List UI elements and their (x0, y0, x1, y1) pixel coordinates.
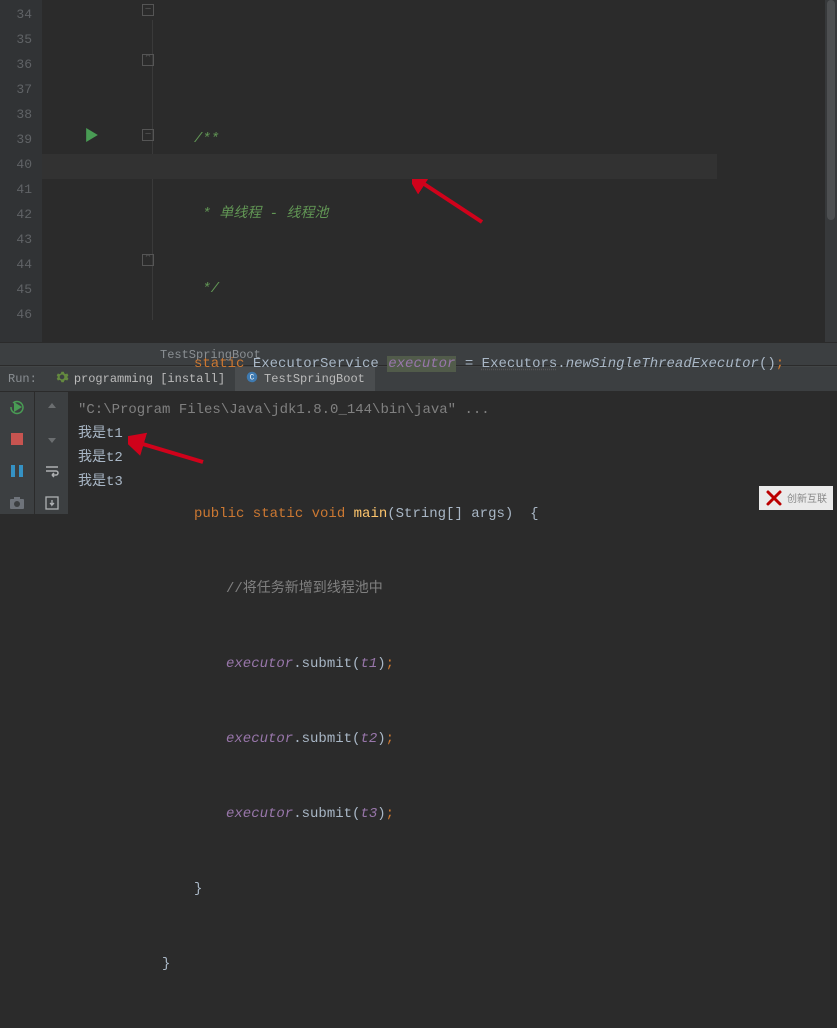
run-gutter-icon[interactable] (86, 128, 98, 146)
code-line: executor.submit(t1); (162, 652, 837, 677)
up-arrow-button[interactable] (41, 396, 63, 418)
code-comment: */ (162, 281, 219, 297)
line-number: 34 (0, 2, 32, 27)
console-command-line: "C:\Program Files\Java\jdk1.8.0_144\bin\… (78, 398, 827, 422)
line-number: 46 (0, 302, 32, 327)
fold-end-icon[interactable]: ⌃ (142, 54, 154, 66)
caret-line-highlight (42, 154, 717, 179)
scrollbar-thumb[interactable] (827, 0, 835, 220)
line-number-gutter: 34 35 36 37 38 39 40 41 42 43 44 45 46 (0, 0, 42, 342)
stop-button[interactable] (6, 428, 28, 450)
console-output-line: 我是t3 (78, 470, 827, 494)
camera-button[interactable] (6, 492, 28, 514)
soft-wrap-button[interactable] (41, 460, 63, 482)
scroll-to-end-button[interactable] (41, 492, 63, 514)
console-panel: "C:\Program Files\Java\jdk1.8.0_144\bin\… (0, 392, 837, 514)
line-number: 43 (0, 227, 32, 252)
line-number: 42 (0, 202, 32, 227)
line-number: 40 (0, 152, 32, 177)
fold-end-icon[interactable]: ⌃ (142, 254, 154, 266)
code-line: } (162, 952, 837, 977)
editor-area: 34 35 36 37 38 39 40 41 42 43 44 45 46 −… (0, 0, 837, 342)
pause-button[interactable] (6, 460, 28, 482)
down-arrow-button[interactable] (41, 428, 63, 450)
code-line: executor.submit(t3); (162, 802, 837, 827)
fold-toggle-icon[interactable]: − (142, 129, 154, 141)
line-number: 37 (0, 77, 32, 102)
rerun-button[interactable] (6, 396, 28, 418)
code-comment: * 单线程 - 线程池 (162, 206, 328, 222)
code-line: } (162, 877, 837, 902)
line-number: 39 (0, 127, 32, 152)
line-number: 36 (0, 52, 32, 77)
console-toolbar-left (0, 392, 34, 514)
line-number: 41 (0, 177, 32, 202)
code-comment: /** (162, 131, 219, 147)
line-number: 35 (0, 27, 32, 52)
code-editor[interactable]: /** * 单线程 - 线程池 */ static ExecutorServic… (162, 0, 837, 342)
console-toolbar-secondary (34, 392, 68, 514)
code-line: public static void main(String[] args) { (162, 502, 837, 527)
code-line: executor.submit(t2); (162, 727, 837, 752)
code-line: static ExecutorService executor = Execut… (162, 352, 837, 377)
line-number: 45 (0, 277, 32, 302)
code-comment: //将任务新增到线程池中 (162, 577, 837, 602)
console-output[interactable]: "C:\Program Files\Java\jdk1.8.0_144\bin\… (68, 392, 837, 514)
run-panel-label: Run: (0, 372, 45, 386)
line-number: 44 (0, 252, 32, 277)
line-number: 38 (0, 102, 32, 127)
fold-toggle-icon[interactable]: − (142, 4, 154, 16)
gear-icon (55, 370, 69, 388)
code-line-blank (162, 427, 837, 452)
